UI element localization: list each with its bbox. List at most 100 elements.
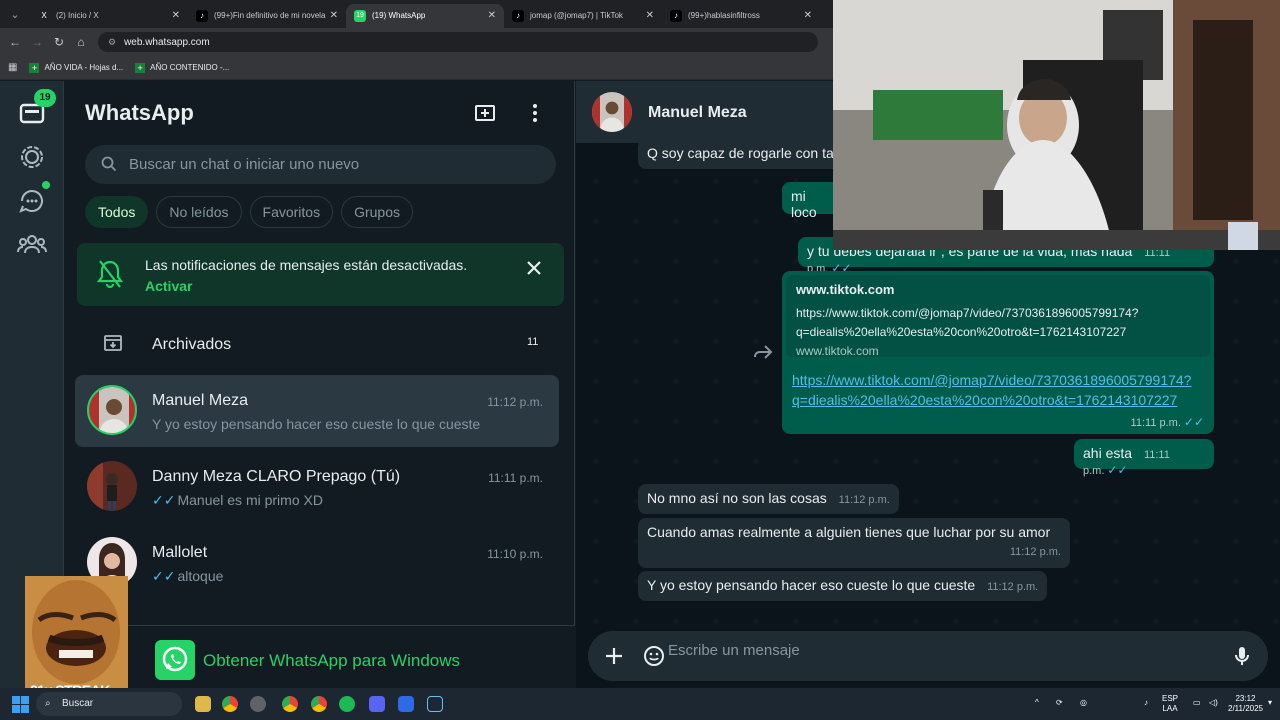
chat-name: Manuel Meza: [152, 392, 249, 409]
chat-preview-row: ✓✓ Manuel es mi primo XD: [152, 492, 323, 509]
browser-tab-tiktok-1[interactable]: ♪ (99+)Fin definitivo de mi novela ✕: [188, 4, 346, 28]
reload-icon[interactable]: ↻: [48, 35, 70, 49]
message-incoming: Q soy capaz de rogarle con ta: [638, 139, 843, 169]
chat-filters: Todos No leídos Favoritos Grupos: [85, 196, 414, 228]
chat-preview-row: ✓✓ altoque: [152, 568, 223, 585]
message-input[interactable]: Escribe un mensaje: [668, 642, 800, 659]
browser-tab-tiktok-3[interactable]: ♪ (99+)hablasinfiltross ✕: [662, 4, 820, 28]
spotify-icon[interactable]: [339, 696, 355, 712]
chat-item-mallolet[interactable]: Mallolet 11:10 p.m. ✓✓ altoque: [75, 527, 559, 599]
message-text: Cuando amas realmente a alguien tienes q…: [647, 524, 1051, 540]
avatar: [87, 385, 137, 435]
activate-notifications-link[interactable]: Activar: [145, 278, 192, 294]
tray-icon[interactable]: ◎: [1080, 698, 1087, 708]
attach-plus-icon[interactable]: [602, 644, 626, 668]
filter-all[interactable]: Todos: [85, 196, 149, 228]
link-preview-card[interactable]: www.tiktok.com https://www.tiktok.com/@j…: [786, 275, 1210, 358]
chat-list-panel: WhatsApp Buscar un chat o iniciar uno nu…: [65, 81, 575, 688]
communities-icon[interactable]: [16, 229, 48, 261]
notifications-banner: Las notificaciones de mensajes están des…: [77, 243, 564, 306]
site-info-icon[interactable]: ⚙: [108, 37, 116, 48]
archived-row[interactable]: Archivados 11: [65, 319, 575, 369]
address-bar[interactable]: ⚙ web.whatsapp.com: [98, 32, 818, 52]
menu-kebab-icon[interactable]: [523, 101, 547, 125]
close-tab-icon[interactable]: ✕: [172, 4, 180, 28]
message-time: 11:12 p.m.: [838, 494, 890, 506]
filter-favorites[interactable]: Favoritos: [249, 196, 334, 228]
new-chat-icon[interactable]: [473, 101, 497, 125]
notepad-icon[interactable]: [398, 696, 414, 712]
avatar: [87, 461, 137, 511]
status-icon[interactable]: [16, 141, 48, 173]
close-tab-icon[interactable]: ✕: [646, 4, 654, 28]
tiktok-favicon-icon: ♪: [196, 10, 208, 22]
bookmark-label: AÑO CONTENIDO -...: [150, 63, 230, 72]
network-icon[interactable]: ▭: [1193, 698, 1201, 708]
tab-search-button[interactable]: ⌄: [4, 4, 26, 24]
close-tab-icon[interactable]: ✕: [488, 4, 496, 28]
contact-name: Manuel Meza: [648, 104, 747, 121]
meme-overlay-image: [25, 576, 128, 688]
sheets-icon: +: [29, 62, 40, 73]
sheets-icon: +: [135, 62, 146, 73]
channels-new-dot: [42, 181, 50, 189]
message-incoming: Cuando amas realmente a alguien tienes q…: [638, 518, 1070, 568]
file-explorer-icon[interactable]: [195, 696, 211, 712]
app-icon[interactable]: [250, 696, 266, 712]
browser-tab-whatsapp[interactable]: 19 (19) WhatsApp ✕: [346, 4, 504, 28]
steam-icon[interactable]: [427, 696, 443, 712]
get-app-banner[interactable]: Obtener WhatsApp para Windows: [65, 625, 575, 688]
channels-icon[interactable]: [16, 185, 48, 217]
chat-item-danny-meza[interactable]: Danny Meza CLARO Prepago (Tú) 11:11 p.m.…: [75, 451, 559, 523]
get-app-label: Obtener WhatsApp para Windows: [203, 651, 461, 670]
search-icon: [101, 156, 117, 172]
chat-item-manuel-meza[interactable]: Manuel Meza 11:12 p.m. Y yo estoy pensan…: [75, 375, 559, 447]
chat-preview: Y yo estoy pensando hacer eso cueste lo …: [152, 416, 481, 432]
close-tab-icon[interactable]: ✕: [804, 4, 812, 28]
message-link[interactable]: https://www.tiktok.com/@jomap7/video/737…: [792, 370, 1208, 410]
webcam-overlay: [833, 0, 1280, 250]
chat-search-input[interactable]: Buscar un chat o iniciar uno nuevo: [85, 145, 556, 184]
filter-groups[interactable]: Grupos: [341, 196, 414, 228]
chrome-icon[interactable]: [222, 696, 238, 712]
apps-grid-icon[interactable]: ▦: [8, 62, 17, 73]
browser-tab-tiktok-2[interactable]: ♪ jomap (@jomap7) | TikTok ✕: [504, 4, 662, 28]
chrome-profile-icon[interactable]: [311, 696, 327, 712]
volume-icon[interactable]: ◁): [1209, 698, 1218, 708]
microphone-icon[interactable]: [1230, 644, 1254, 668]
tab-label: (19) WhatsApp: [372, 11, 426, 20]
discord-icon[interactable]: [369, 696, 385, 712]
bookmark-item[interactable]: + AÑO CONTENIDO -...: [135, 62, 230, 73]
browser-tab-x[interactable]: X (2) Inicio / X ✕: [30, 4, 188, 28]
close-icon[interactable]: [525, 259, 543, 277]
mic-tray-icon[interactable]: ♪: [1144, 698, 1148, 708]
read-ticks-icon: ✓✓: [1183, 415, 1204, 429]
filter-unread[interactable]: No leídos: [156, 196, 242, 228]
archived-count: 11: [527, 336, 539, 348]
bookmark-item[interactable]: + AÑO VIDA - Hojas d...: [29, 62, 123, 73]
sticker-emoji-icon[interactable]: [642, 644, 666, 668]
clock[interactable]: 23:12 2/11/2025: [1228, 694, 1263, 714]
whatsapp-favicon-icon: 19: [354, 10, 366, 22]
taskbar-search[interactable]: ⌕ Buscar: [36, 692, 182, 716]
close-tab-icon[interactable]: ✕: [330, 4, 338, 28]
tray-overflow-icon[interactable]: ^: [1035, 698, 1039, 708]
message-text: mi loco: [791, 188, 817, 220]
read-ticks-icon: ✓✓: [152, 492, 176, 508]
language-indicator[interactable]: ESP LAA: [1162, 694, 1178, 714]
notifications-bell-icon[interactable]: ▾: [1268, 698, 1272, 708]
link-preview-site: www.tiktok.com: [796, 344, 879, 358]
read-ticks-icon: ✓✓: [1107, 463, 1128, 477]
tray-icon[interactable]: ⟳: [1056, 698, 1063, 708]
chrome-profile-icon[interactable]: [282, 696, 298, 712]
forward-icon[interactable]: →: [26, 35, 48, 49]
forward-icon[interactable]: [752, 341, 774, 363]
chats-unread-badge: 19: [34, 89, 56, 107]
tab-label: (2) Inicio / X: [56, 11, 99, 20]
back-icon[interactable]: ←: [4, 35, 26, 49]
clock-time: 23:12: [1235, 694, 1256, 703]
windows-start-icon[interactable]: [12, 696, 29, 718]
message-time: 11:12 p.m.: [987, 581, 1039, 593]
home-icon[interactable]: ⌂: [70, 35, 92, 49]
message-incoming: No mno así no son las cosas 11:12 p.m.: [638, 484, 899, 514]
